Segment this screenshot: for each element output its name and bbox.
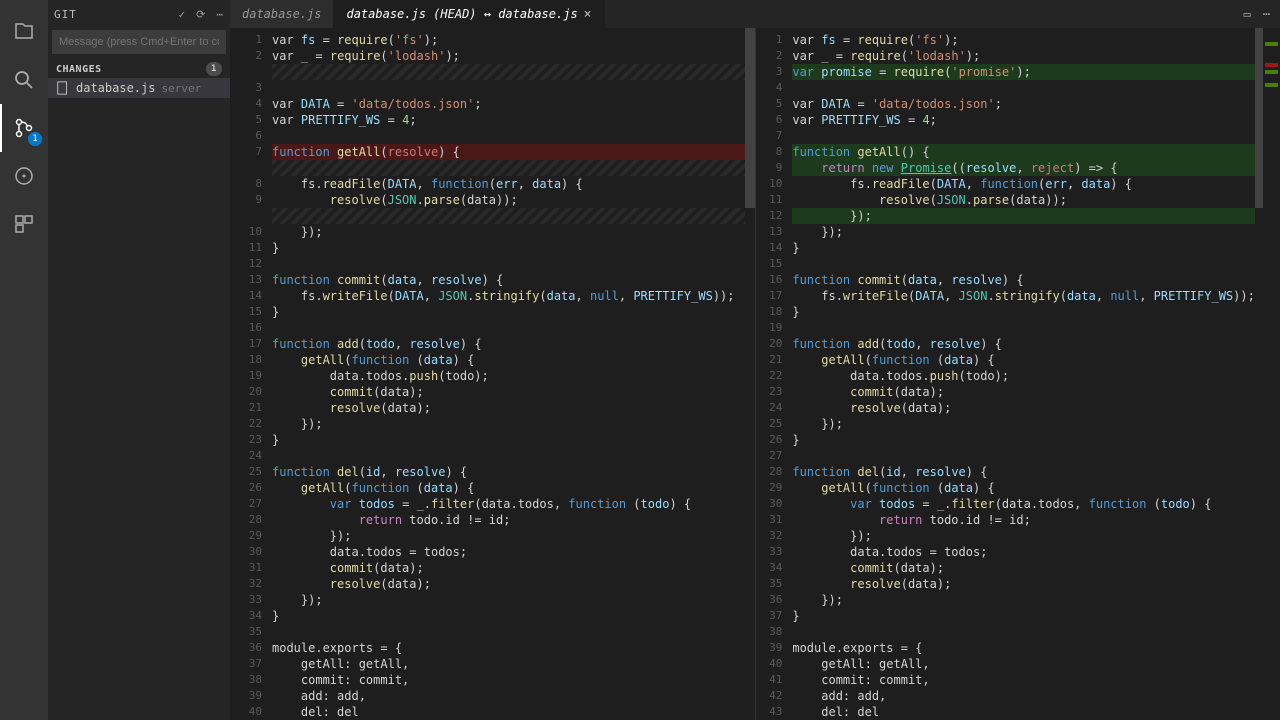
- gutter-right: 1234567891011121314151617181920212223242…: [756, 28, 793, 720]
- diff-left-pane[interactable]: 12 34567 89 1011121314151617181920212223…: [230, 28, 756, 720]
- diff-editor: 12 34567 89 1011121314151617181920212223…: [230, 28, 1280, 720]
- tab-diff[interactable]: database.js (HEAD) ↔ database.js ×: [334, 0, 604, 28]
- more-actions-icon[interactable]: ⋯: [1263, 7, 1270, 21]
- scm-sidebar: GIT ✓ ⟳ ⋯ CHANGES 1 database.js server: [48, 0, 230, 720]
- editor-area: database.js database.js (HEAD) ↔ databas…: [230, 0, 1280, 720]
- gutter-left: 12 34567 89 1011121314151617181920212223…: [230, 28, 272, 720]
- explorer-icon[interactable]: [0, 8, 48, 56]
- scrollbar-left[interactable]: [745, 28, 755, 720]
- activity-bar: 1: [0, 0, 48, 720]
- file-icon: [56, 81, 70, 95]
- refresh-icon[interactable]: ⟳: [196, 8, 206, 21]
- split-editor-icon[interactable]: ▭: [1244, 7, 1251, 21]
- extensions-icon[interactable]: [0, 200, 48, 248]
- debug-icon[interactable]: [0, 152, 48, 200]
- changes-count: 1: [206, 62, 222, 76]
- scrollbar-right[interactable]: [1255, 28, 1263, 720]
- change-file-path: server: [161, 82, 201, 95]
- code-left[interactable]: var fs = require('fs');var _ = require('…: [272, 28, 745, 720]
- tab-label: database.js (HEAD) ↔ database.js: [346, 7, 577, 21]
- tab-label: database.js: [242, 7, 321, 21]
- changes-section-header[interactable]: CHANGES 1: [48, 60, 230, 78]
- change-file-name: database.js: [76, 81, 155, 95]
- scm-icon[interactable]: 1: [0, 104, 48, 152]
- code-right[interactable]: var fs = require('fs');var _ = require('…: [792, 28, 1255, 720]
- changes-label: CHANGES: [56, 64, 102, 75]
- more-icon[interactable]: ⋯: [216, 8, 224, 21]
- search-icon[interactable]: [0, 56, 48, 104]
- scm-badge: 1: [28, 132, 42, 146]
- tab-database[interactable]: database.js: [230, 0, 334, 28]
- close-icon[interactable]: ×: [584, 7, 592, 22]
- commit-icon[interactable]: ✓: [179, 8, 187, 21]
- tab-bar: database.js database.js (HEAD) ↔ databas…: [230, 0, 1280, 28]
- scm-title: GIT: [54, 8, 77, 21]
- scm-header: GIT ✓ ⟳ ⋯: [48, 0, 230, 28]
- overview-ruler[interactable]: [1263, 28, 1280, 720]
- commit-message-input[interactable]: [52, 30, 226, 54]
- diff-right-pane[interactable]: 1234567891011121314151617181920212223242…: [756, 28, 1280, 720]
- change-item-database[interactable]: database.js server: [48, 78, 230, 98]
